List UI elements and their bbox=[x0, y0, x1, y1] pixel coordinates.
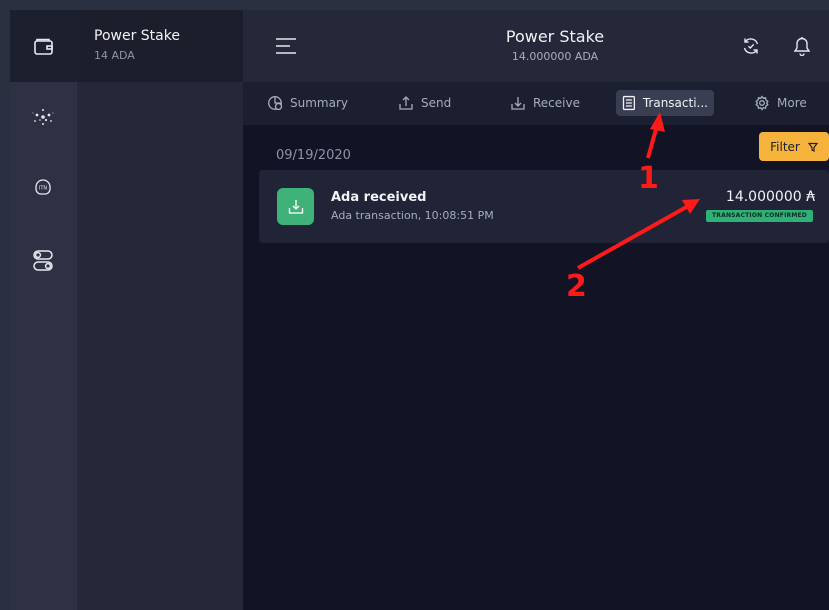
transactions-icon bbox=[622, 95, 636, 111]
wallet-header: Power Stake 14.000000 ADA bbox=[443, 27, 667, 63]
transaction-amount: 14.000000 ₳ bbox=[725, 189, 815, 205]
wallet-list-panel: Power Stake 14 ADA bbox=[77, 10, 243, 610]
wallet-nav-tabs: Summary Send Receive Transacti... More bbox=[243, 82, 829, 125]
tab-label: Receive bbox=[533, 96, 580, 110]
svg-text:ITN: ITN bbox=[39, 186, 48, 192]
app-window: ITN Power Stake 14 ADA Power Stake 14.00… bbox=[0, 0, 829, 610]
bell-icon[interactable] bbox=[793, 36, 811, 56]
tab-label: Transacti... bbox=[642, 96, 708, 110]
top-bar: Power Stake 14.000000 ADA bbox=[243, 10, 829, 82]
sidebar-rail: ITN bbox=[10, 10, 77, 610]
wallet-total-balance: 14.000000 ADA bbox=[511, 50, 599, 63]
rail-settings-button[interactable] bbox=[10, 246, 77, 276]
tab-summary[interactable]: Summary bbox=[267, 90, 348, 116]
filter-button[interactable]: Filter bbox=[759, 132, 829, 161]
rail-network-button[interactable] bbox=[10, 98, 77, 134]
rail-wallets-button[interactable] bbox=[10, 10, 77, 82]
wallet-icon bbox=[34, 38, 53, 55]
summary-icon bbox=[268, 96, 283, 111]
network-icon bbox=[32, 109, 54, 125]
wallet-balance: 14 ADA bbox=[94, 49, 135, 62]
tab-label: Summary bbox=[290, 96, 348, 110]
rail-itn-button[interactable]: ITN bbox=[10, 172, 77, 202]
tab-more[interactable]: More bbox=[754, 90, 807, 116]
transaction-title: Ada received bbox=[331, 190, 427, 205]
tab-send[interactable]: Send bbox=[398, 90, 451, 116]
wallet-name: Power Stake bbox=[94, 28, 180, 44]
tab-label: More bbox=[777, 96, 807, 110]
tab-transactions[interactable]: Transacti... bbox=[616, 90, 714, 116]
transaction-row[interactable]: Ada received Ada transaction, 10:08:51 P… bbox=[259, 170, 829, 243]
filter-icon bbox=[807, 142, 818, 152]
received-icon bbox=[277, 188, 314, 225]
transaction-date-header: 09/19/2020 bbox=[276, 148, 351, 163]
itn-icon: ITN bbox=[35, 179, 51, 195]
status-badge: TRANSACTION CONFIRMED bbox=[705, 210, 813, 222]
main-content: Power Stake 14.000000 ADA Summary Send R… bbox=[243, 10, 829, 610]
gear-icon bbox=[755, 95, 769, 111]
receive-icon bbox=[511, 97, 525, 110]
toggle-icon bbox=[33, 250, 53, 271]
tab-label: Send bbox=[421, 96, 452, 110]
hamburger-icon[interactable] bbox=[274, 36, 298, 56]
filter-label: Filter bbox=[770, 139, 800, 154]
page-title: Power Stake bbox=[505, 27, 605, 46]
sync-icon[interactable] bbox=[741, 36, 761, 56]
wallet-list-item[interactable]: Power Stake 14 ADA bbox=[77, 10, 243, 82]
transaction-description: Ada transaction, 10:08:51 PM bbox=[331, 209, 494, 222]
send-icon bbox=[399, 96, 413, 110]
tab-receive[interactable]: Receive bbox=[510, 90, 580, 116]
